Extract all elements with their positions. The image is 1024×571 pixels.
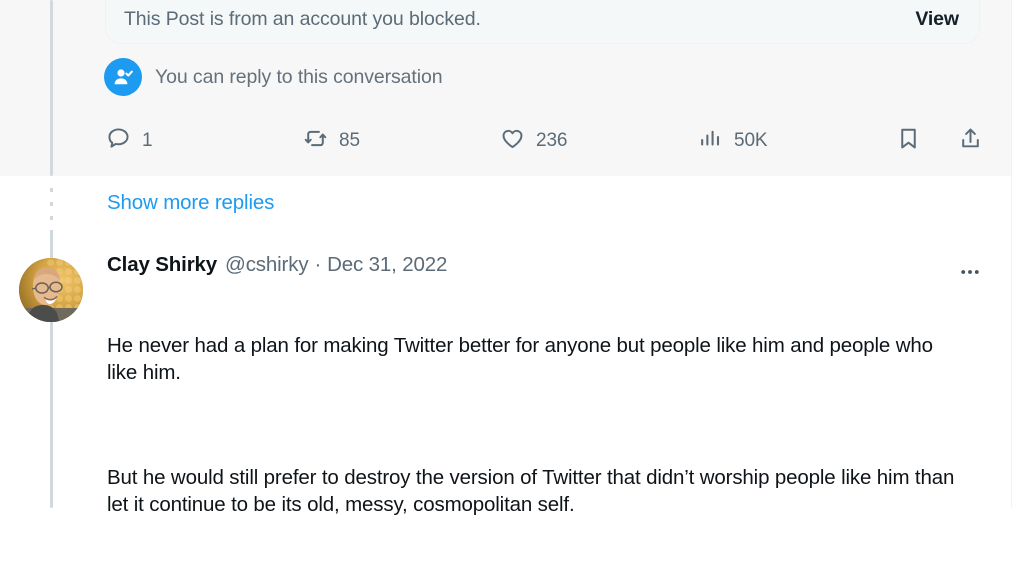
avatar[interactable] — [19, 258, 83, 322]
person-check-icon — [104, 58, 142, 96]
like-count: 236 — [536, 130, 568, 151]
column-divider — [1011, 0, 1012, 508]
thread-connector-dotted — [50, 188, 53, 234]
retweet-icon — [303, 126, 328, 156]
tweet-thread-page: This Post is from an account you blocked… — [0, 0, 1024, 516]
views-button[interactable]: 50K — [698, 120, 768, 162]
reply-icon — [106, 126, 131, 156]
more-options-icon — [961, 270, 979, 274]
blocked-account-banner: This Post is from an account you blocked… — [105, 0, 980, 44]
repost-button[interactable]: 85 — [303, 120, 360, 162]
thread-connector-stub — [50, 232, 53, 260]
more-options-button[interactable] — [953, 258, 987, 286]
reply-permission-note: You can reply to this conversation — [104, 58, 443, 96]
reply-count: 1 — [142, 130, 153, 151]
bookmark-button[interactable] — [896, 120, 921, 162]
tweet-paragraph: But he would still prefer to destroy the… — [107, 466, 960, 516]
tweet-content: Clay Shirky @cshirky · Dec 31, 2022 He n… — [107, 252, 957, 571]
blocked-banner-message: This Post is from an account you blocked… — [124, 8, 481, 30]
share-button[interactable] — [958, 120, 983, 162]
engagement-action-bar: 1 85 236 50K — [106, 120, 986, 162]
heart-icon — [500, 126, 525, 156]
tweet-timestamp[interactable]: Dec 31, 2022 — [327, 252, 447, 278]
author-name[interactable]: Clay Shirky — [107, 252, 217, 278]
author-handle[interactable]: @cshirky — [225, 252, 309, 278]
blocked-banner-view-button[interactable]: View — [915, 7, 959, 31]
repost-count: 85 — [339, 130, 360, 151]
bookmark-icon — [896, 126, 921, 156]
analytics-icon — [698, 126, 723, 156]
reply-button[interactable]: 1 — [106, 120, 153, 162]
thread-connector-bottom — [50, 320, 53, 508]
share-icon — [958, 126, 983, 156]
thread-connector-top — [50, 0, 53, 176]
tweet-text: He never had a plan for making Twitter b… — [107, 280, 957, 571]
tweet-header: Clay Shirky @cshirky · Dec 31, 2022 — [107, 252, 957, 278]
show-more-replies-link[interactable]: Show more replies — [107, 191, 274, 215]
header-separator: · — [314, 253, 322, 276]
tweet-paragraph: He never had a plan for making Twitter b… — [107, 334, 939, 384]
views-count: 50K — [734, 130, 768, 151]
like-button[interactable]: 236 — [500, 120, 568, 162]
reply-permission-label: You can reply to this conversation — [155, 65, 443, 88]
